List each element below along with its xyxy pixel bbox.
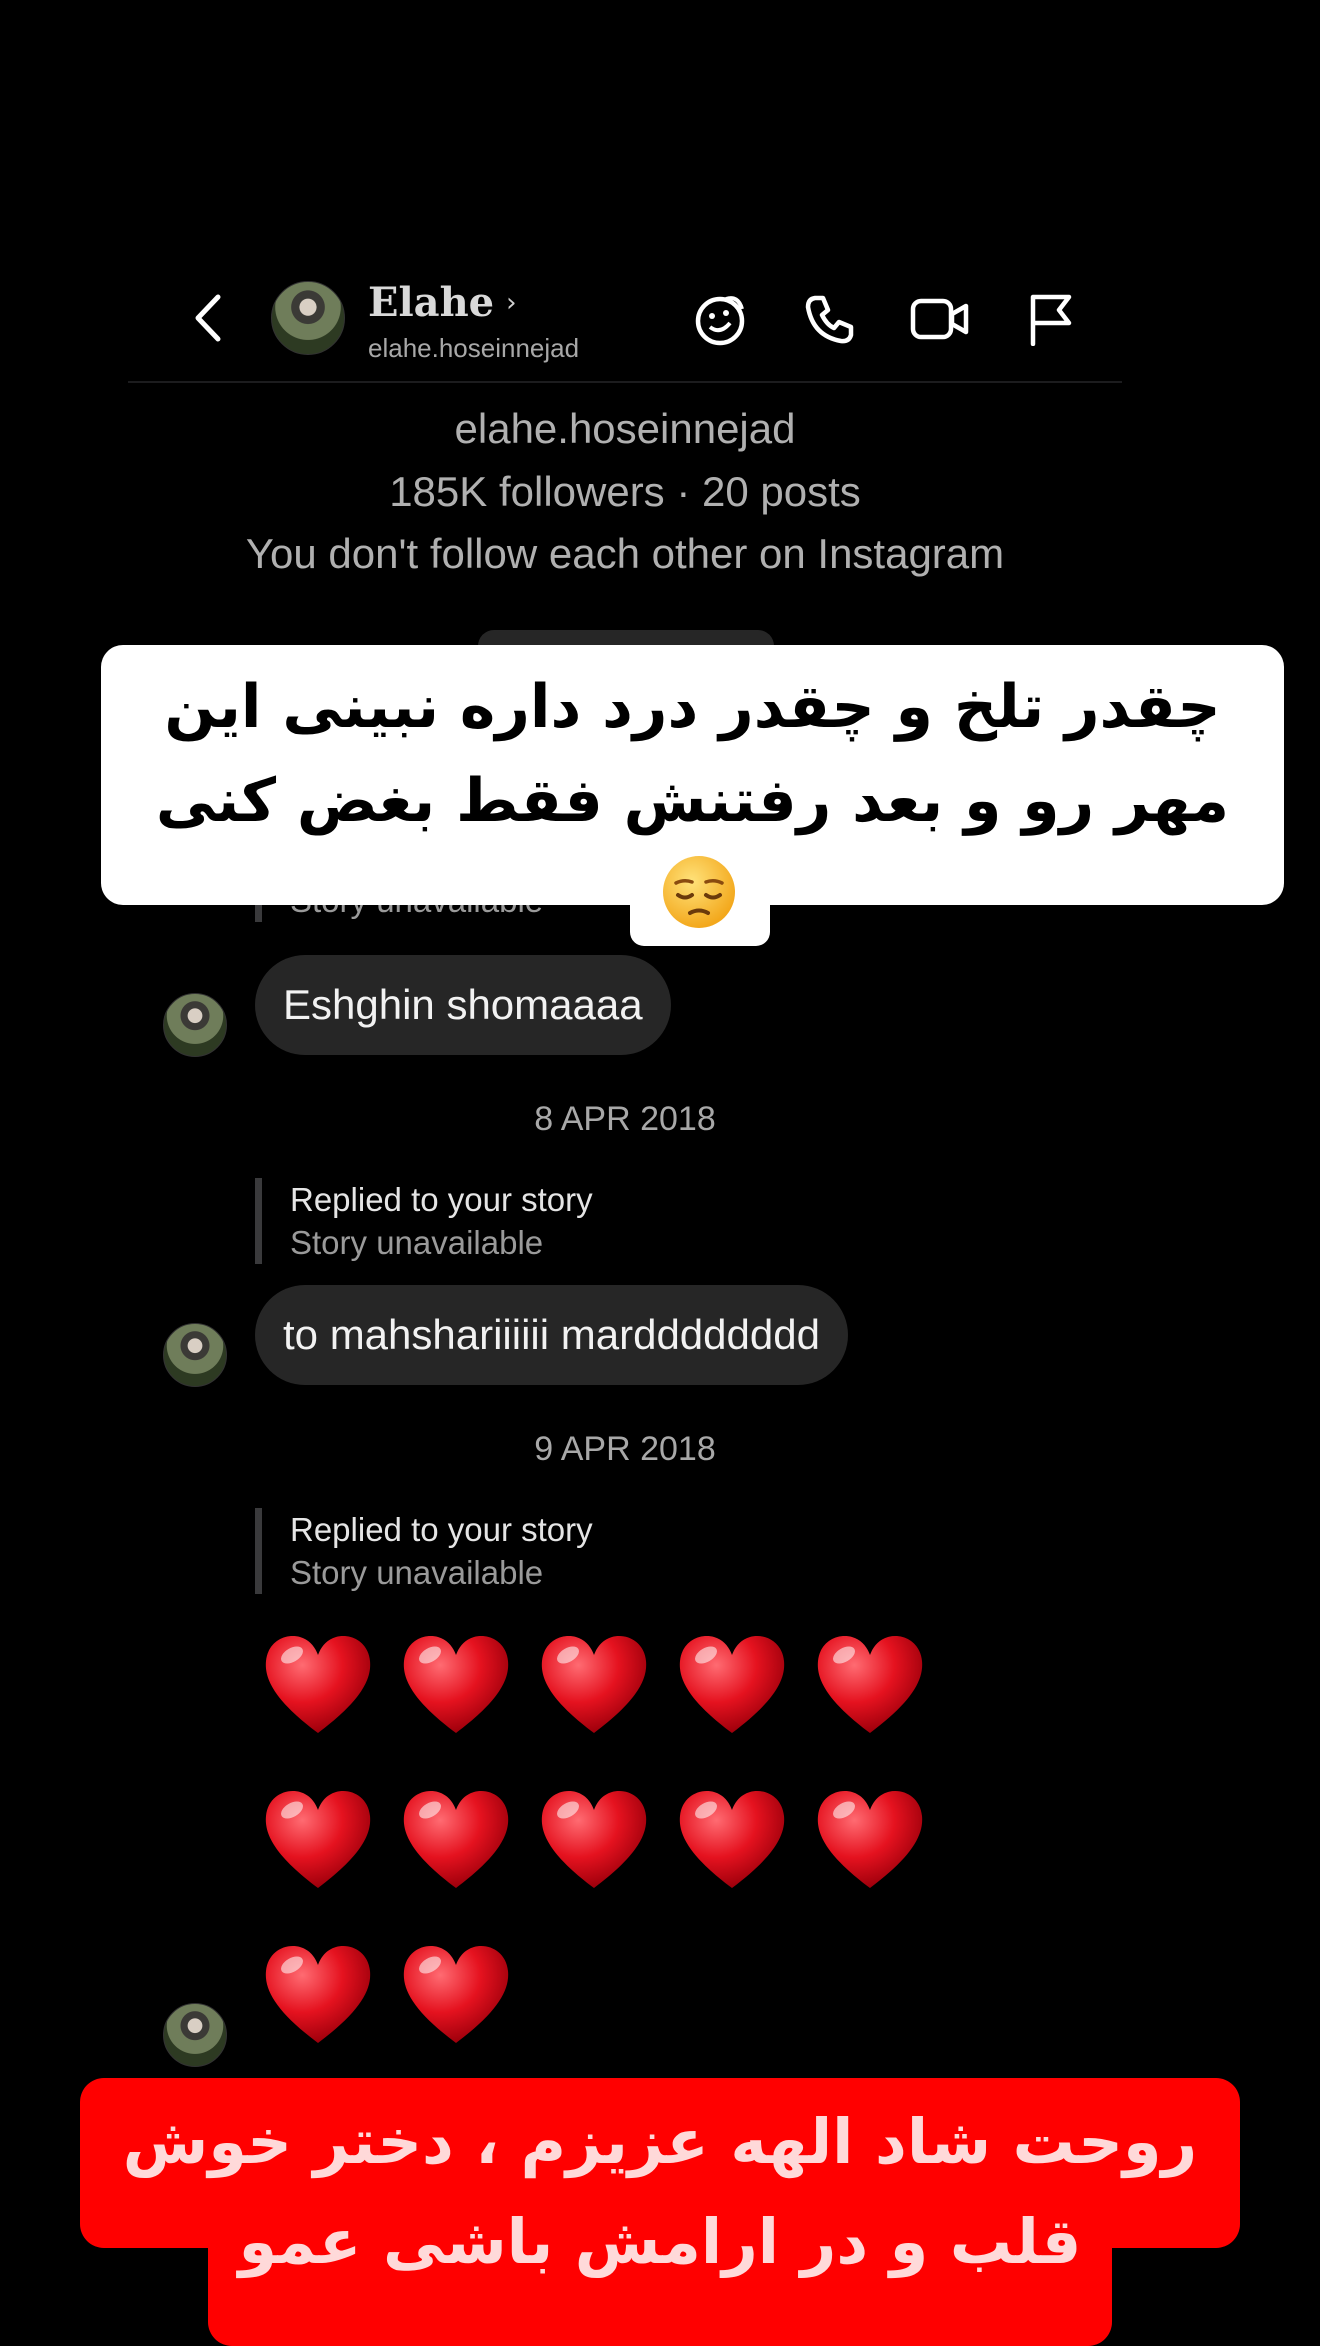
profile-handle: elahe.hoseinnejad [454,405,796,452]
story-reply-block[interactable]: Replied to your story Story unavailable [255,1178,593,1264]
message-bubble[interactable]: to mahshariiiiii mardddddddd [255,1285,848,1385]
contact-handle: elahe.hoseinnejad [368,333,580,363]
video-icon[interactable] [910,289,970,349]
flag-icon[interactable] [1020,289,1080,349]
profile-stats: 185K followers · 20 posts [389,468,861,515]
red-heart-emoji [534,1780,654,1905]
hearts-row [258,1625,930,1750]
red-heart-emoji [810,1625,930,1750]
red-heart-emoji [258,1935,378,2060]
contact-name-button[interactable]: Elahe › [368,279,517,326]
message-avatar[interactable] [163,2003,227,2067]
red-heart-emoji [396,1935,516,2060]
pensive-face-emoji [660,853,738,931]
date-separator: 8 APR 2018 [534,1100,716,1138]
contact-name: Elahe [368,279,495,326]
hearts-row [258,1935,516,2060]
caption-top-text: چقدر تلخ و چقدر درد داره نبینی این مهر ر… [155,672,1230,836]
red-heart-emoji [258,1625,378,1750]
reply-sub: Story unavailable [290,1554,544,1591]
date-separator: 9 APR 2018 [534,1430,716,1468]
red-heart-emoji [672,1625,792,1750]
reply-sub: Story unavailable [290,1224,544,1261]
header-avatar[interactable] [271,281,345,355]
red-heart-emoji [396,1625,516,1750]
chat-header: Elahe › elahe.hoseinnejad [128,255,1122,383]
hearts-row [258,1780,930,1905]
red-heart-emoji [258,1780,378,1905]
message-bubble[interactable]: Eshghin shomaaaa [255,955,671,1055]
message-avatar[interactable] [163,1323,227,1387]
phone-icon[interactable] [800,289,860,349]
sticker-icon[interactable] [690,289,750,349]
follow-status: You don't follow each other on Instagram [245,530,1005,577]
chevron-right-icon: › [506,287,517,318]
red-heart-emoji [534,1625,654,1750]
reply-title: Replied to your story [290,1511,593,1548]
red-heart-emoji [672,1780,792,1905]
red-heart-emoji [396,1780,516,1905]
back-chevron-icon[interactable] [188,293,228,343]
red-heart-emoji [810,1780,930,1905]
reply-title: Replied to your story [290,1181,593,1218]
story-reply-block[interactable]: Replied to your story Story unavailable [255,1508,593,1594]
caption-bottom-text: روحت شاد الهه عزیزم ، دختر خوش قلب و در … [122,2105,1198,2278]
message-avatar[interactable] [163,993,227,1057]
